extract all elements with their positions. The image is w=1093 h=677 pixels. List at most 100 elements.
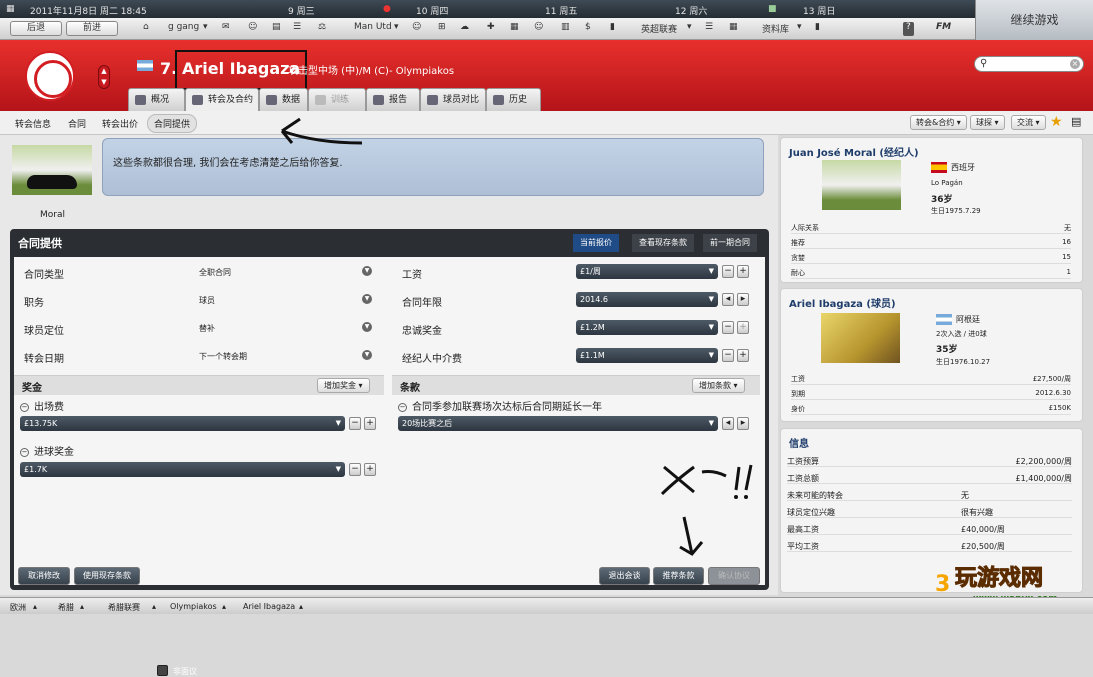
propose-terms-button[interactable]: 推荐条款 bbox=[653, 567, 704, 585]
tab-current-offer[interactable]: 当前报价 bbox=[573, 234, 619, 252]
plus-button[interactable]: + bbox=[364, 463, 376, 476]
goal-bonus-select[interactable]: £1.7K ▼ bbox=[20, 462, 345, 477]
tab-stats[interactable]: 数据 bbox=[259, 88, 308, 111]
appearance-fee-select[interactable]: £13.75K ▼ bbox=[20, 416, 345, 431]
club-crest-icon[interactable] bbox=[25, 51, 75, 101]
plus-button[interactable]: + bbox=[737, 321, 749, 334]
calendar-day-2[interactable]: 10 周四 bbox=[416, 4, 448, 17]
tab-transfer-contract[interactable]: 转会及合约 bbox=[185, 88, 259, 111]
minus-button[interactable]: − bbox=[722, 321, 734, 334]
minus-button[interactable]: − bbox=[349, 463, 361, 476]
calendar-day-3[interactable]: 11 周五 bbox=[545, 4, 577, 17]
chevron-down-icon[interactable]: ▼ bbox=[362, 322, 372, 332]
calendar-day-4[interactable]: 12 周六 bbox=[675, 4, 707, 17]
plus-button[interactable]: + bbox=[737, 265, 749, 278]
loyalty-bonus-select[interactable]: £1.2M ▼ bbox=[576, 320, 718, 335]
calendar-day-5[interactable]: 13 周日 bbox=[803, 4, 835, 17]
breadcrumb-item[interactable]: 欧洲 bbox=[10, 602, 26, 613]
list-icon[interactable]: ☰ bbox=[293, 22, 301, 36]
clear-icon[interactable]: × bbox=[1070, 59, 1080, 69]
stadium-icon[interactable]: ▥ bbox=[561, 22, 570, 36]
next-button[interactable]: ▸ bbox=[737, 417, 749, 430]
plus-button[interactable]: + bbox=[737, 349, 749, 362]
plus-button[interactable]: + bbox=[364, 417, 376, 430]
minus-button[interactable]: − bbox=[722, 349, 734, 362]
player-panel-title[interactable]: Ariel Ibagaza (球员) bbox=[789, 295, 896, 310]
notes-icon[interactable]: ▤ bbox=[1071, 115, 1081, 128]
inbox-icon[interactable]: ✉ bbox=[222, 22, 230, 36]
add-bonus-button[interactable]: 增加奖金 ▾ bbox=[317, 378, 370, 393]
scout-menu[interactable]: 球探 ▾ bbox=[970, 115, 1005, 130]
breadcrumb-item[interactable]: 希腊联赛 bbox=[108, 602, 140, 613]
forward-button[interactable]: 前进 bbox=[66, 21, 118, 36]
minus-button[interactable]: − bbox=[722, 265, 734, 278]
prev-button[interactable]: ◂ bbox=[722, 293, 734, 306]
tab-compare[interactable]: 球员对比 bbox=[420, 88, 486, 111]
agent-panel-title[interactable]: Juan José Moral (经纪人) bbox=[789, 144, 919, 159]
breadcrumb-item[interactable]: 希腊 bbox=[58, 602, 74, 613]
clause-extension-select[interactable]: 20场比赛之后 ▼ bbox=[398, 416, 718, 431]
star-icon[interactable]: ★ bbox=[1050, 114, 1063, 130]
minus-button[interactable]: − bbox=[349, 417, 361, 430]
medical-icon[interactable]: ✚ bbox=[487, 22, 495, 36]
tab-training[interactable]: 训练 bbox=[308, 88, 366, 111]
fixtures-icon[interactable]: ▦ bbox=[729, 22, 738, 36]
database-menu[interactable]: 资料库 bbox=[762, 22, 789, 36]
tab-existing-terms[interactable]: 查看现存条款 bbox=[632, 234, 694, 252]
bar-chart-icon[interactable]: ▮ bbox=[610, 22, 615, 36]
breadcrumb-item[interactable]: Ariel Ibagaza bbox=[243, 602, 295, 611]
continue-game-button[interactable]: 继续游戏 bbox=[975, 0, 1093, 40]
subnav-transfer-bid[interactable]: 转会出价 bbox=[102, 117, 138, 130]
collapse-icon[interactable]: − bbox=[20, 402, 29, 412]
agent-fee-select[interactable]: £1.1M ▼ bbox=[576, 348, 718, 363]
add-clause-button[interactable]: 增加条款 ▾ bbox=[692, 378, 745, 393]
back-button[interactable]: 后退 bbox=[10, 21, 62, 36]
subnav-transfer-info[interactable]: 转会信息 bbox=[15, 117, 51, 130]
finance-icon[interactable]: $ bbox=[585, 22, 591, 36]
wage-select[interactable]: £1/周 ▼ bbox=[576, 264, 718, 279]
player-position-club[interactable]: 攻击型中场 (中)/M (C)- Olympiakos bbox=[288, 62, 454, 77]
tab-reports[interactable]: 报告 bbox=[366, 88, 420, 111]
training-icon[interactable]: ☁ bbox=[460, 22, 469, 36]
tab-overview[interactable]: 概况 bbox=[128, 88, 185, 111]
fm-menu[interactable]: FM bbox=[936, 22, 951, 36]
subnav-contract[interactable]: 合同 bbox=[68, 117, 86, 130]
cancel-changes-button[interactable]: 取消修改 bbox=[18, 567, 70, 585]
help-icon[interactable]: ? bbox=[903, 22, 914, 36]
chevron-down-icon[interactable]: ▼ bbox=[362, 266, 372, 276]
scale-icon[interactable]: ⚖ bbox=[318, 22, 326, 36]
staff-icon[interactable]: ☺ bbox=[534, 22, 543, 36]
squad-icon[interactable]: ☺ bbox=[412, 22, 421, 36]
contract-length-select[interactable]: 2014.6 ▼ bbox=[576, 292, 718, 307]
tab-history[interactable]: 历史 bbox=[486, 88, 541, 111]
search-input[interactable]: ⚲ × bbox=[974, 56, 1084, 72]
calendar-day-1[interactable]: 9 周三 bbox=[288, 4, 315, 17]
home-icon[interactable]: ⌂ bbox=[143, 22, 149, 36]
manager-menu[interactable]: g gang bbox=[168, 22, 199, 36]
chevron-down-icon[interactable]: ▼ bbox=[362, 294, 372, 304]
prev-button[interactable]: ◂ bbox=[722, 417, 734, 430]
exit-talks-button[interactable]: 退出会谈 bbox=[599, 567, 650, 585]
table-icon[interactable]: ☰ bbox=[705, 22, 713, 36]
use-existing-terms-button[interactable]: 使用现存条款 bbox=[74, 567, 140, 585]
next-button[interactable]: ▸ bbox=[737, 293, 749, 306]
collapse-icon[interactable]: − bbox=[20, 447, 29, 457]
transfer-contract-menu[interactable]: 转会&合约 ▾ bbox=[910, 115, 967, 130]
contract-type-value[interactable]: 全职合同 bbox=[199, 267, 231, 278]
prev-next-arrows-icon[interactable]: ▲ ▼ bbox=[98, 65, 110, 89]
calendar-icon[interactable]: ▦ bbox=[510, 22, 519, 36]
confirm-agreement-button[interactable]: 确认协议 bbox=[708, 567, 760, 585]
agent-club[interactable]: Lo Pagán bbox=[931, 179, 963, 187]
collapse-icon[interactable]: − bbox=[398, 402, 407, 412]
competition-menu[interactable]: 英超联赛 bbox=[641, 22, 677, 36]
non-negotiable-checkbox[interactable] bbox=[157, 665, 168, 676]
people-icon[interactable]: ☺ bbox=[248, 22, 257, 36]
subnav-contract-offer[interactable]: 合同提供 bbox=[147, 114, 198, 133]
job-value[interactable]: 球员 bbox=[199, 295, 215, 306]
squad-status-value[interactable]: 替补 bbox=[199, 323, 215, 334]
chevron-down-icon[interactable]: ▼ bbox=[362, 350, 372, 360]
tab-previous-contract[interactable]: 前一期合同 bbox=[703, 234, 757, 252]
club-menu[interactable]: Man Utd bbox=[354, 22, 392, 36]
tactics-icon[interactable]: ⊞ bbox=[438, 22, 446, 36]
stats-icon[interactable]: ▮ bbox=[815, 22, 820, 36]
